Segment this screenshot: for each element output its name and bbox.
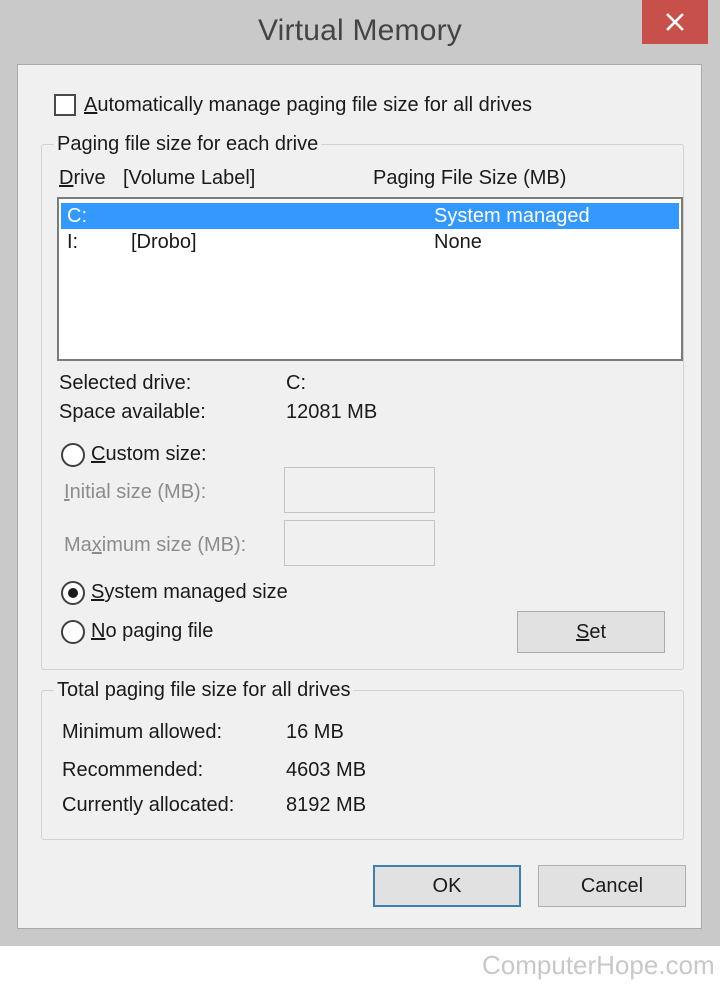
- set-button[interactable]: Set: [517, 611, 665, 653]
- system-managed-label[interactable]: System managed size: [91, 581, 288, 604]
- currently-allocated-value: 8192 MB: [286, 794, 367, 816]
- selected-drive-value: C:: [286, 372, 306, 394]
- watermark: ComputerHope.com: [482, 950, 715, 980]
- drive-list[interactable]: C: System managed I: [Drobo] None: [57, 197, 683, 361]
- ok-button[interactable]: OK: [373, 865, 521, 907]
- initial-size-field[interactable]: [284, 467, 435, 513]
- column-header-paging-size: Paging File Size (MB): [373, 167, 567, 189]
- column-header-volume-label: [Volume Label]: [123, 167, 256, 189]
- currently-allocated-label: Currently allocated:: [62, 794, 235, 816]
- drive-paging-size: System managed: [434, 205, 590, 227]
- minimum-allowed-label: Minimum allowed:: [62, 721, 223, 743]
- window-title: Virtual Memory: [258, 14, 462, 47]
- close-icon: [666, 13, 684, 31]
- auto-manage-label-rest: utomatically manage paging file size for…: [97, 94, 533, 116]
- drive-letter: C:: [67, 205, 87, 227]
- maximum-size-field[interactable]: [284, 520, 435, 566]
- initial-size-label: Initial size (MB):: [64, 481, 207, 503]
- drive-list-row[interactable]: I: [Drobo] None: [61, 229, 679, 255]
- drive-volume-label: [Drobo]: [131, 231, 197, 253]
- recommended-label: Recommended:: [62, 759, 204, 781]
- close-button[interactable]: [642, 0, 708, 44]
- recommended-value: 4603 MB: [286, 759, 367, 781]
- selected-drive-label: Selected drive:: [59, 372, 192, 394]
- system-managed-radio[interactable]: [61, 581, 85, 605]
- auto-manage-checkbox[interactable]: [54, 94, 76, 116]
- custom-size-radio[interactable]: [61, 443, 85, 467]
- no-paging-file-label[interactable]: No paging file: [91, 620, 213, 643]
- drive-letter: I:: [67, 231, 79, 253]
- maximum-size-label: Maximum size (MB):: [64, 534, 247, 556]
- cancel-button[interactable]: Cancel: [538, 865, 686, 907]
- dialog-body: Automatically manage paging file size fo…: [17, 64, 702, 929]
- virtual-memory-dialog: Virtual Memory Automatically manage pagi…: [0, 0, 720, 946]
- auto-manage-label[interactable]: Automatically manage paging file size fo…: [84, 94, 532, 117]
- radio-selected-dot: [68, 588, 78, 598]
- drive-list-row[interactable]: C: System managed: [61, 203, 679, 229]
- title-bar[interactable]: Virtual Memory: [0, 0, 720, 64]
- space-available-label: Space available:: [59, 401, 206, 423]
- total-paging-group-legend: Total paging file size for all drives: [54, 679, 354, 702]
- paging-group-legend: Paging file size for each drive: [54, 133, 322, 156]
- drive-paging-size: None: [434, 231, 482, 253]
- custom-size-label[interactable]: Custom size:: [91, 443, 207, 466]
- column-header-drive: Drive: [59, 167, 106, 189]
- minimum-allowed-value: 16 MB: [286, 721, 344, 743]
- no-paging-file-radio[interactable]: [61, 620, 85, 644]
- space-available-value: 12081 MB: [286, 401, 378, 423]
